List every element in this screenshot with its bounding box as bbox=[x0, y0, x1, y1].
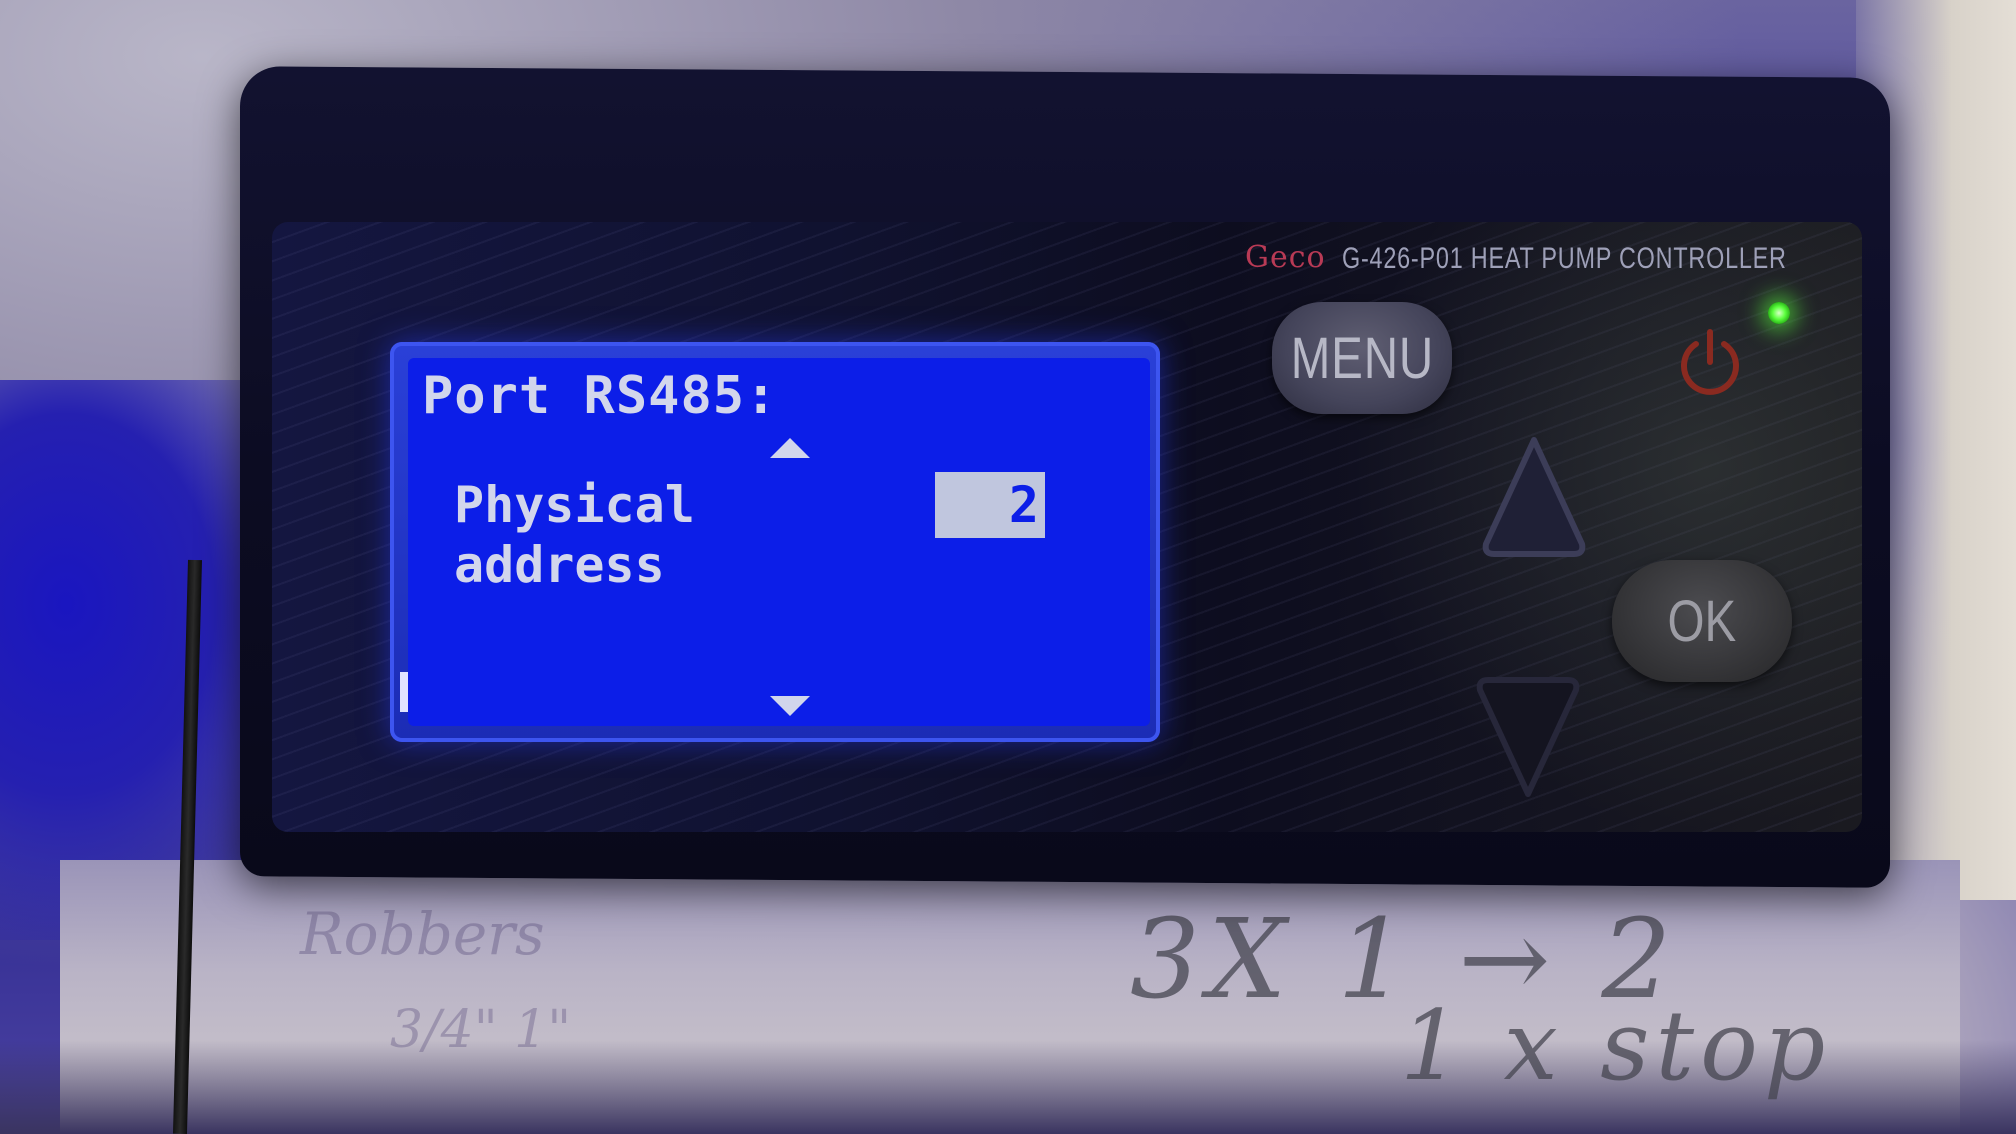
lcd-edge-highlight bbox=[400, 672, 408, 712]
up-button[interactable] bbox=[1478, 432, 1590, 562]
triangle-down-icon bbox=[1476, 677, 1580, 797]
brand-logo: Geco bbox=[1245, 240, 1326, 275]
handwritten-note-2: 3/4" 1" bbox=[390, 1000, 572, 1060]
model-name: G-426-P01 HEAT PUMP CONTROLLER bbox=[1342, 242, 1787, 275]
menu-button[interactable]: MENU bbox=[1272, 302, 1452, 414]
physical-address-value[interactable]: 2 bbox=[935, 472, 1045, 538]
scroll-down-indicator-icon bbox=[770, 696, 810, 716]
ok-button-label: OK bbox=[1667, 588, 1737, 654]
setting-label-line1: Physical bbox=[454, 476, 695, 534]
lcd-title: Port RS485: bbox=[422, 366, 778, 426]
scroll-up-indicator-icon bbox=[770, 438, 810, 458]
photo-scene: Robbers 3/4" 1" 3X 1 → 2 1 x stop Geco G… bbox=[0, 0, 2016, 1134]
ok-button[interactable]: OK bbox=[1612, 560, 1792, 682]
menu-button-label: MENU bbox=[1290, 325, 1434, 391]
lcd-screen: Port RS485: Physical address 2 bbox=[408, 358, 1150, 726]
power-icon bbox=[1681, 329, 1739, 395]
setting-label-line2: address bbox=[454, 536, 665, 594]
power-led bbox=[1768, 302, 1790, 324]
handwritten-note-4: 1 x stop bbox=[1400, 990, 1832, 1102]
handwritten-note-1: Robbers bbox=[300, 900, 545, 968]
triangle-up-icon bbox=[1482, 437, 1586, 557]
down-button[interactable] bbox=[1472, 672, 1584, 802]
power-button[interactable] bbox=[1670, 322, 1750, 402]
